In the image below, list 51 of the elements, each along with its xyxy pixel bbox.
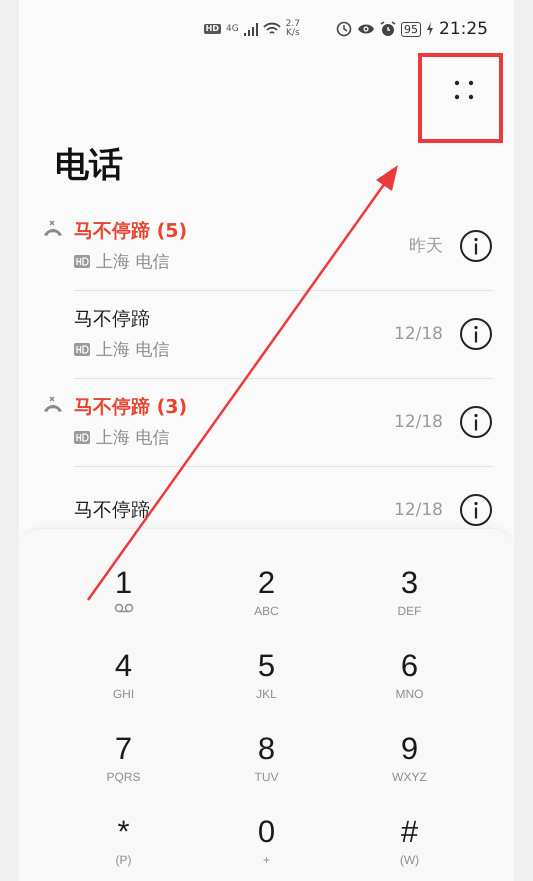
call-info-button[interactable]: [459, 493, 493, 527]
info-icon: [459, 228, 493, 262]
dial-key[interactable]: 3 DEF: [364, 565, 454, 631]
dial-key[interactable]: 8 TUV: [222, 731, 312, 797]
hd-call-icon: [74, 431, 90, 444]
call-info-button[interactable]: [459, 404, 493, 438]
eye-icon: [357, 23, 375, 35]
speed-value: 2.7: [286, 20, 300, 29]
call-date: 12/18: [394, 412, 443, 432]
info-icon: [459, 316, 493, 350]
info-icon: [459, 404, 493, 438]
dial-key[interactable]: 4 GHI: [78, 648, 168, 714]
dial-key[interactable]: # (W): [364, 814, 454, 880]
speed-unit: K/s: [286, 29, 300, 38]
dial-key[interactable]: 6 MNO: [364, 648, 454, 714]
voicemail-icon: [114, 603, 134, 613]
dial-key[interactable]: 0 +: [222, 814, 312, 880]
call-date: 昨天: [409, 235, 443, 257]
dial-key[interactable]: 2 ABC: [222, 565, 312, 631]
dial-key[interactable]: * (P): [78, 814, 168, 880]
alarm-icon: [380, 21, 396, 37]
caller-location: 上海 电信: [96, 251, 170, 273]
dial-key[interactable]: 9 WXYZ: [364, 731, 454, 797]
charging-icon: [426, 22, 434, 36]
dial-key[interactable]: 5 JKL: [222, 648, 312, 714]
dial-key[interactable]: 7 PQRS: [78, 731, 168, 797]
missed-call-icon: [42, 220, 64, 238]
page-title: 电话: [54, 144, 124, 187]
info-icon: [459, 493, 493, 527]
call-date: 12/18: [394, 324, 443, 344]
caller-name[interactable]: 马不停蹄 (3): [74, 394, 394, 420]
caller-name[interactable]: 马不停蹄: [74, 306, 394, 332]
dial-key[interactable]: 1: [78, 565, 168, 631]
wifi-icon: [262, 22, 281, 36]
call-info-button[interactable]: [459, 316, 493, 350]
clock-time: 21:25: [439, 19, 488, 39]
caller-location: 上海 电信: [96, 427, 170, 449]
hd-call-icon: [74, 343, 90, 356]
caller-location: 上海 电信: [96, 339, 170, 361]
signal-icon: [244, 22, 258, 36]
hd-indicator: HD: [204, 24, 221, 34]
call-info-button[interactable]: [459, 228, 493, 262]
network-type: 4G: [226, 24, 239, 34]
call-date: 12/18: [394, 500, 443, 520]
caller-name[interactable]: 马不停蹄: [74, 497, 394, 523]
caller-name[interactable]: 马不停蹄 (5): [74, 218, 409, 244]
missed-call-icon: [42, 396, 64, 414]
more-icon: [454, 80, 474, 100]
battery-level: 95: [401, 22, 421, 36]
timer-icon: [336, 21, 352, 37]
hd-call-icon: [74, 255, 90, 268]
